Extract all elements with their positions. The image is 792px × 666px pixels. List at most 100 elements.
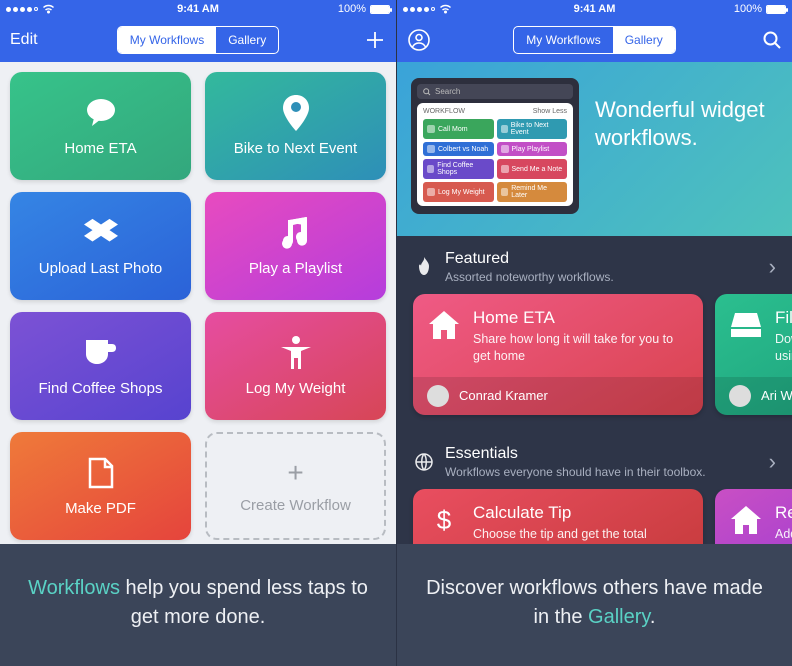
hero-widget-item: Send Me a Note xyxy=(497,159,568,179)
screen-my-workflows: 9:41 AM 100% Edit My Workflows Gallery H… xyxy=(0,0,396,666)
card-subtitle: Choose the tip and get the total xyxy=(473,526,689,543)
card-subtitle: Share how long it will take for you to g… xyxy=(473,331,689,365)
screen-gallery: 9:41 AM 100% My Workflows Gallery Search… xyxy=(396,0,792,666)
tile-label: Upload Last Photo xyxy=(39,260,162,277)
tile-label: Bike to Next Event xyxy=(234,140,357,157)
status-bar: 9:41 AM 100% xyxy=(397,0,792,18)
avatar xyxy=(729,385,751,407)
hero-widget-item: Find Coffee Shops xyxy=(423,159,494,179)
signal-dots-icon xyxy=(403,7,435,12)
house-icon xyxy=(427,308,461,342)
hero-widget-preview: Search WORKFLOW Show Less Call MomBike t… xyxy=(411,78,579,214)
doc-icon xyxy=(84,456,118,490)
plus-icon xyxy=(364,29,386,51)
caption-text: help you spend less taps to get more don… xyxy=(120,577,368,628)
body-icon xyxy=(279,336,313,370)
avatar xyxy=(427,385,449,407)
segmented-control[interactable]: My Workflows Gallery xyxy=(117,26,279,54)
tile-pdf[interactable]: Make PDF xyxy=(10,432,191,540)
create-workflow-tile[interactable]: + Create Workflow xyxy=(205,432,386,540)
search-icon xyxy=(423,88,431,96)
status-bar: 9:41 AM 100% xyxy=(0,0,396,18)
card-subtitle: Downlusing a xyxy=(775,331,792,365)
section-title: Essentials xyxy=(445,445,759,463)
section-title: Featured xyxy=(445,250,759,268)
search-button[interactable] xyxy=(742,30,782,50)
card-title: Calculate Tip xyxy=(473,503,689,523)
tile-label: Find Coffee Shops xyxy=(39,380,163,397)
segment-gallery[interactable]: Gallery xyxy=(613,27,675,53)
tile-label: Log My Weight xyxy=(246,380,346,397)
tile-label: Create Workflow xyxy=(240,497,351,514)
battery-icon xyxy=(766,5,786,14)
hero-search-label: Search xyxy=(435,87,460,96)
caption-highlight: Workflows xyxy=(28,577,120,599)
hero-widget-item: Log My Weight xyxy=(423,182,494,202)
segmented-control[interactable]: My Workflows Gallery xyxy=(513,26,675,54)
dropbox-icon xyxy=(84,216,118,250)
profile-button[interactable] xyxy=(407,28,447,52)
hero-widget-item: Bike to Next Event xyxy=(497,119,568,139)
music-icon xyxy=(279,216,313,250)
card-title: Remi xyxy=(775,503,792,523)
svg-text:$: $ xyxy=(437,505,452,535)
chevron-right-icon: › xyxy=(769,254,776,280)
section-subtitle: Assorted noteworthy workflows. xyxy=(445,270,759,284)
battery-pct: 100% xyxy=(734,3,762,15)
tile-upload[interactable]: Upload Last Photo xyxy=(10,192,191,300)
featured-cards-row[interactable]: Home ETA Share how long it will take for … xyxy=(397,294,792,431)
tile-home-eta[interactable]: Home ETA xyxy=(10,72,191,180)
hero-widget-item: Play Playlist xyxy=(497,142,568,156)
footer-caption: Discover workflows others have made in t… xyxy=(397,544,792,666)
drive-icon xyxy=(729,308,763,342)
card-author-row: Ari We xyxy=(715,377,792,415)
hero-widget-item: Call Mom xyxy=(423,119,494,139)
card-author: Ari We xyxy=(761,388,792,403)
card-author: Conrad Kramer xyxy=(459,388,548,403)
battery-icon xyxy=(370,5,390,14)
section-essentials[interactable]: Essentials Workflows everyone should hav… xyxy=(397,431,792,489)
card-subtitle: Add a r xyxy=(775,526,792,543)
tile-label: Home ETA xyxy=(64,140,136,157)
tile-label: Play a Playlist xyxy=(249,260,342,277)
segment-my-workflows[interactable]: My Workflows xyxy=(118,27,216,53)
globe-icon xyxy=(413,451,435,473)
wifi-icon xyxy=(439,4,452,14)
add-button[interactable] xyxy=(346,29,386,51)
chevron-right-icon: › xyxy=(769,449,776,475)
hero-search-field: Search xyxy=(417,84,573,99)
tile-bike[interactable]: Bike to Next Event xyxy=(205,72,386,180)
tile-coffee[interactable]: Find Coffee Shops xyxy=(10,312,191,420)
hero-widget-item: Colbert vs Noah xyxy=(423,142,494,156)
gallery-card[interactable]: File D Downlusing a Ari We xyxy=(715,294,792,415)
cup-icon xyxy=(84,336,118,370)
flame-icon xyxy=(413,256,435,278)
segment-gallery[interactable]: Gallery xyxy=(216,27,278,53)
dollar-icon: $ xyxy=(427,503,461,537)
profile-icon xyxy=(407,28,431,52)
section-subtitle: Workflows everyone should have in their … xyxy=(445,465,759,479)
plus-icon: + xyxy=(287,459,303,487)
edit-button[interactable]: Edit xyxy=(10,31,50,49)
status-time: 9:41 AM xyxy=(574,3,616,15)
footer-caption: Workflows help you spend less taps to ge… xyxy=(0,544,396,666)
battery-pct: 100% xyxy=(338,3,366,15)
caption-text: . xyxy=(650,606,656,628)
workflow-grid: Home ETA Bike to Next Event Upload Last Ph… xyxy=(0,62,396,550)
tile-weight[interactable]: Log My Weight xyxy=(205,312,386,420)
signal-dots-icon xyxy=(6,7,38,12)
card-title: File D xyxy=(775,308,792,328)
nav-bar: Edit My Workflows Gallery xyxy=(0,18,396,62)
section-featured[interactable]: Featured Assorted noteworthy workflows. … xyxy=(397,236,792,294)
pin-icon xyxy=(279,96,313,130)
gallery-hero[interactable]: Search WORKFLOW Show Less Call MomBike t… xyxy=(397,62,792,236)
segment-my-workflows[interactable]: My Workflows xyxy=(514,27,612,53)
search-icon xyxy=(762,30,782,50)
house-icon xyxy=(729,503,763,537)
hero-title: Wonderful widget workflows. xyxy=(595,78,778,151)
card-title: Home ETA xyxy=(473,308,689,328)
gallery-card[interactable]: Home ETA Share how long it will take for … xyxy=(413,294,703,415)
speech-icon xyxy=(84,96,118,130)
hero-widget-title: WORKFLOW xyxy=(423,108,465,115)
tile-playlist[interactable]: Play a Playlist xyxy=(205,192,386,300)
